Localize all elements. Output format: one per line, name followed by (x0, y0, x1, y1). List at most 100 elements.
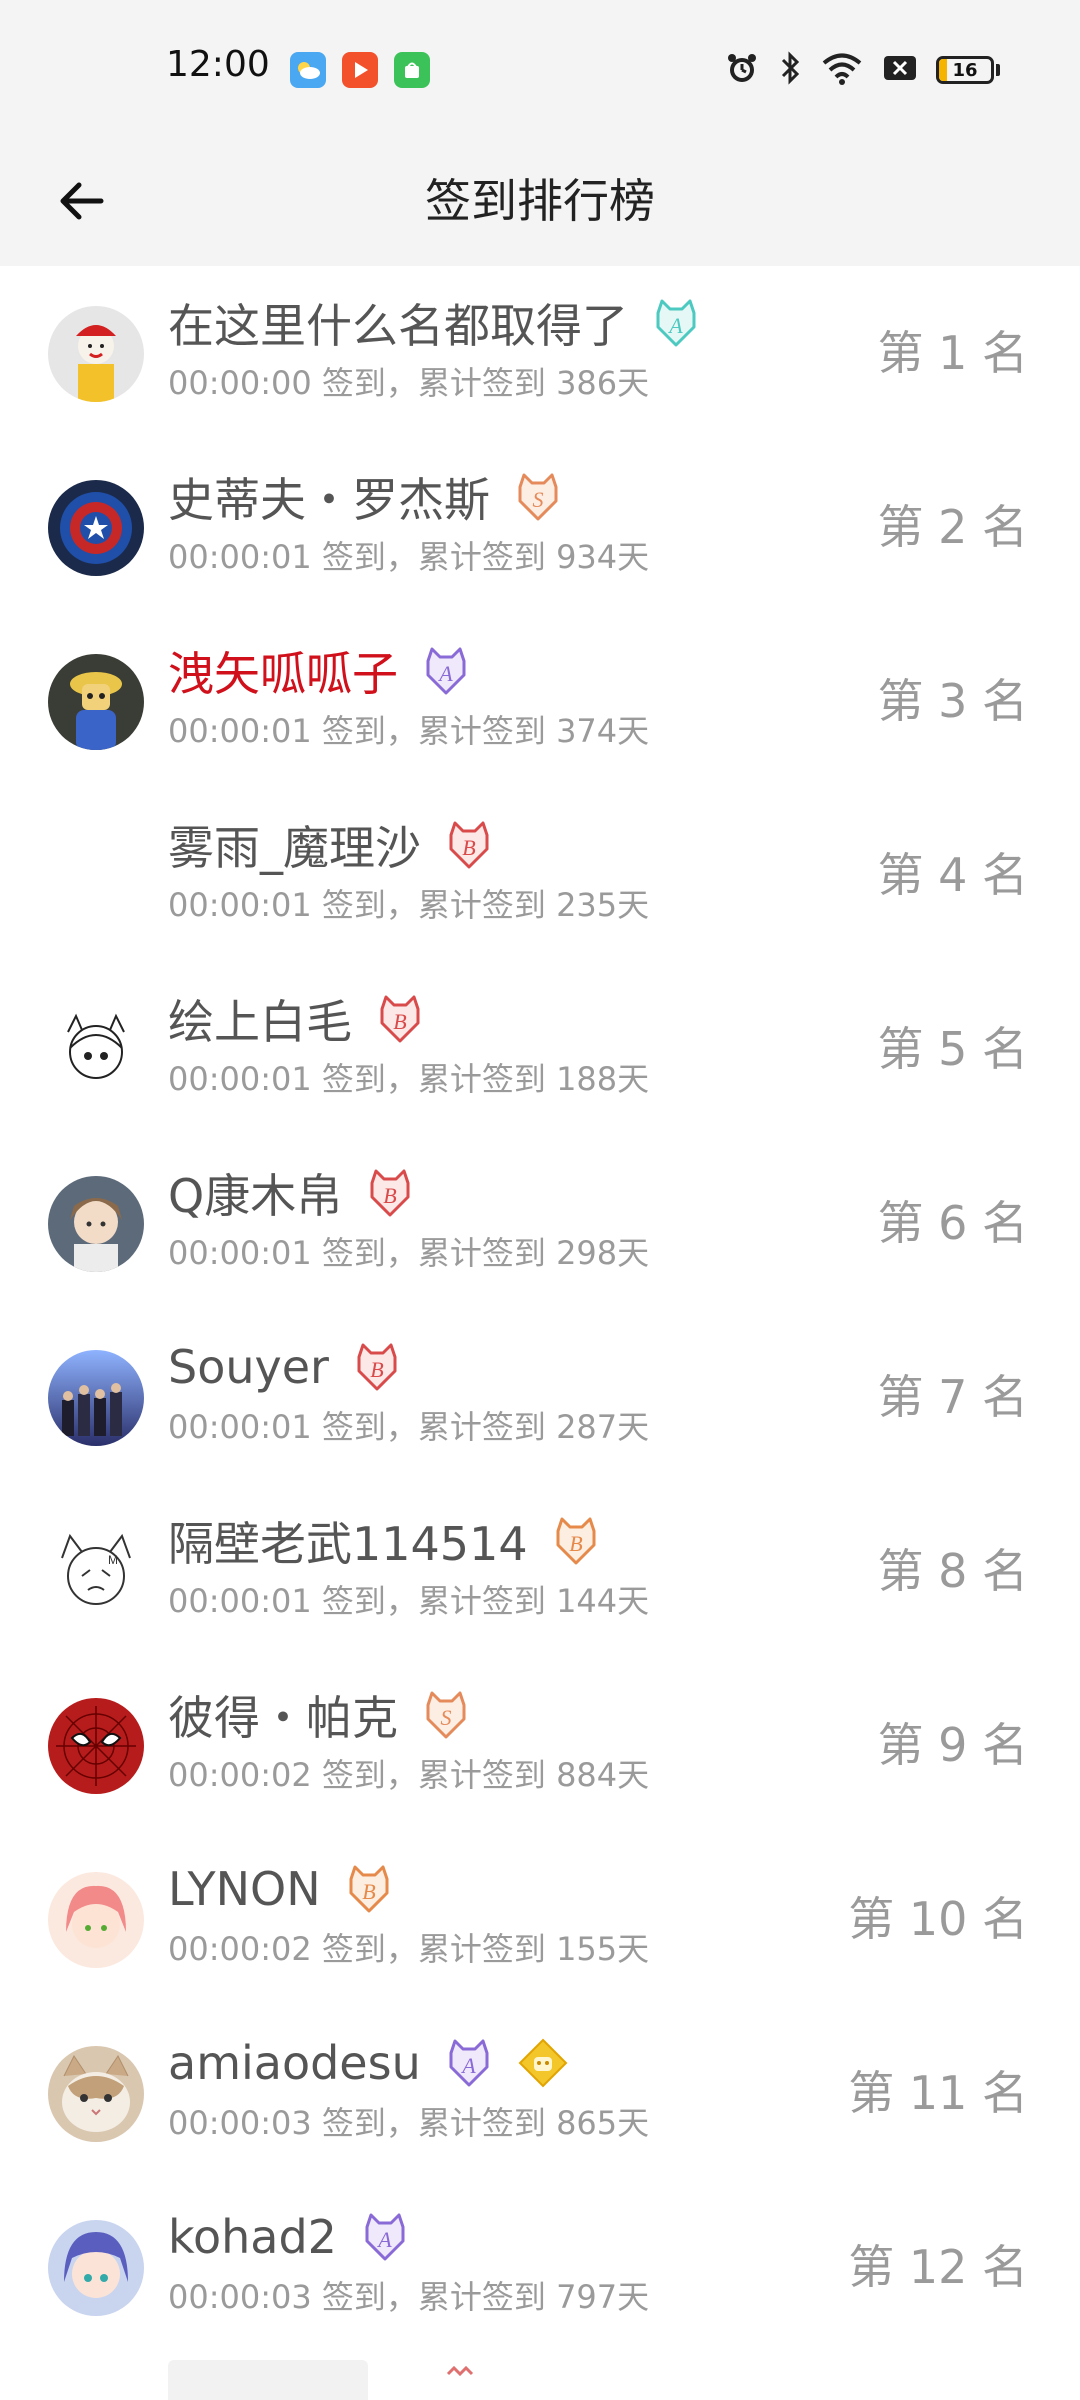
name-line: 绘上白毛 B (168, 988, 426, 1050)
checkin-info: 00:00:01 签到，累计签到 287天 (168, 1408, 650, 1446)
status-indicators: 16 (724, 48, 1000, 92)
rank-label: 第 11 名 (848, 2066, 1028, 2120)
svg-text:A: A (460, 2053, 476, 2078)
list-item[interactable]: LYNON B 00:00:02 签到，累计签到 155天 第 10 名 (0, 1832, 1080, 2006)
hat-figure-avatar[interactable] (48, 654, 144, 750)
list-item[interactable]: M 隔壁老武114514 B 00:00:01 签到，累计签到 144天 第 8 名 (0, 1484, 1080, 1658)
svg-text:S: S (533, 487, 544, 512)
partial-list-item[interactable] (0, 2354, 1080, 2400)
manga-face-avatar[interactable]: M (48, 1524, 144, 1620)
sketch-girl-avatar[interactable] (48, 1002, 144, 1098)
list-item[interactable]: amiaodesu A 00:00:03 签到，累计签到 865天 第 11 名 (0, 2006, 1080, 2180)
checkin-info: 00:00:03 签到，累计签到 797天 (168, 2278, 650, 2316)
user-name[interactable]: 绘上白毛 (168, 986, 352, 1052)
svg-text:B: B (370, 1357, 383, 1382)
checkin-info: 00:00:01 签到，累计签到 374天 (168, 712, 650, 750)
rank-label: 第 9 名 (877, 1718, 1028, 1772)
user-name[interactable]: 彼得・帕克 (168, 1682, 398, 1748)
cat-badge-s-orange-icon: S (420, 1689, 472, 1741)
partial-badge-icon (440, 2364, 480, 2400)
cat-badge-b-red-icon: B (351, 1341, 403, 1393)
blank-avatar[interactable] (48, 828, 144, 924)
gold-diamond-badge-icon (517, 2037, 569, 2089)
cat-avatar[interactable] (48, 2046, 144, 2142)
user-name[interactable]: amiaodesu (168, 2036, 421, 2090)
list-item[interactable]: 雾雨_魔理沙 B 00:00:01 签到，累计签到 235天 第 4 名 (0, 788, 1080, 962)
checkin-info: 00:00:01 签到，累计签到 188天 (168, 1060, 650, 1098)
checkin-info: 00:00:02 签到，累计签到 155天 (168, 1930, 650, 1968)
rank-label: 第 12 名 (848, 2240, 1028, 2294)
group-scene-avatar[interactable] (48, 1350, 144, 1446)
name-line: Souyer B (168, 1336, 403, 1398)
list-item[interactable]: 彼得・帕克 S 00:00:02 签到，累计签到 884天 第 9 名 (0, 1658, 1080, 1832)
list-item[interactable]: Souyer B 00:00:01 签到，累计签到 287天 第 7 名 (0, 1310, 1080, 1484)
shop-app-icon (394, 52, 430, 88)
checkin-info: 00:00:03 签到，累计签到 865天 (168, 2104, 650, 2142)
checkin-info: 00:00:01 签到，累计签到 934天 (168, 538, 650, 576)
status-time: 12:00 (166, 44, 270, 85)
checkin-info: 00:00:01 签到，累计签到 235天 (168, 886, 650, 924)
rank-label: 第 5 名 (877, 1022, 1028, 1076)
user-name[interactable]: kohad2 (168, 2210, 337, 2264)
svg-text:B: B (393, 1009, 406, 1034)
svg-text:B: B (569, 1531, 582, 1556)
name-line: 雾雨_魔理沙 B (168, 814, 495, 876)
name-line: kohad2 A (168, 2206, 411, 2268)
video-app-icon (342, 52, 378, 88)
alarm-icon (724, 50, 760, 90)
svg-text:B: B (462, 835, 475, 860)
name-line: 彼得・帕克 S (168, 1684, 472, 1746)
spider-mask-avatar[interactable] (48, 1698, 144, 1794)
cat-badge-a-teal-icon: A (650, 297, 702, 349)
partial-name-placeholder (168, 2360, 368, 2400)
nav-header: 签到排行榜 (0, 136, 1080, 266)
checkin-info: 00:00:01 签到，累计签到 144天 (168, 1582, 650, 1620)
shield-avatar[interactable] (48, 480, 144, 576)
name-line: 洩矢呱呱子 A (168, 640, 472, 702)
user-name[interactable]: 洩矢呱呱子 (168, 638, 398, 704)
name-line: 在这里什么名都取得了 A (168, 292, 702, 354)
checkin-info: 00:00:00 签到，累计签到 386天 (168, 364, 650, 402)
blue-hair-avatar[interactable] (48, 2220, 144, 2316)
list-item[interactable]: kohad2 A 00:00:03 签到，累计签到 797天 第 12 名 (0, 2180, 1080, 2354)
bluetooth-icon (778, 50, 802, 90)
list-item[interactable]: 洩矢呱呱子 A 00:00:01 签到，累计签到 374天 第 3 名 (0, 614, 1080, 788)
mascot-avatar[interactable] (48, 306, 144, 402)
checkin-info: 00:00:01 签到，累计签到 298天 (168, 1234, 650, 1272)
user-name[interactable]: LYNON (168, 1862, 321, 1916)
pink-hair-avatar[interactable] (48, 1872, 144, 1968)
cat-badge-a-purple-icon: A (443, 2037, 495, 2089)
user-name[interactable]: 史蒂夫・罗杰斯 (168, 464, 490, 530)
weather-app-icon (290, 52, 326, 88)
rank-label: 第 10 名 (848, 1892, 1028, 1946)
user-name[interactable]: 在这里什么名都取得了 (168, 290, 628, 356)
name-line: 史蒂夫・罗杰斯 S (168, 466, 564, 528)
rank-label: 第 7 名 (877, 1370, 1028, 1424)
name-line: 隔壁老武114514 B (168, 1510, 602, 1572)
svg-text:A: A (376, 2227, 392, 2252)
battery-level: 16 (952, 59, 978, 81)
user-name[interactable]: Souyer (168, 1340, 329, 1394)
cat-badge-b-red-icon: B (364, 1167, 416, 1219)
user-name[interactable]: 隔壁老武114514 (168, 1508, 528, 1574)
status-bar: 12:00 16 (0, 0, 1080, 136)
cat-badge-b-orange-icon: B (550, 1515, 602, 1567)
cat-badge-b-red-icon: B (443, 819, 495, 871)
user-name[interactable]: Q康木帛 (168, 1160, 342, 1226)
list-item[interactable]: 绘上白毛 B 00:00:01 签到，累计签到 188天 第 5 名 (0, 962, 1080, 1136)
rank-label: 第 8 名 (877, 1544, 1028, 1598)
rank-label: 第 4 名 (877, 848, 1028, 902)
wifi-icon (820, 50, 864, 90)
name-line: LYNON B (168, 1858, 395, 1920)
ranking-list[interactable]: 在这里什么名都取得了 A 00:00:00 签到，累计签到 386天 第 1 名史蒂夫… (0, 266, 1080, 2354)
brown-hair-avatar[interactable] (48, 1176, 144, 1272)
list-item[interactable]: 史蒂夫・罗杰斯 S 00:00:01 签到，累计签到 934天 第 2 名 (0, 440, 1080, 614)
list-item[interactable]: 在这里什么名都取得了 A 00:00:00 签到，累计签到 386天 第 1 名 (0, 266, 1080, 440)
svg-text:A: A (437, 661, 453, 686)
list-item[interactable]: Q康木帛 B 00:00:01 签到，累计签到 298天 第 6 名 (0, 1136, 1080, 1310)
cat-badge-a-purple-icon: A (359, 2211, 411, 2263)
user-name[interactable]: 雾雨_魔理沙 (168, 812, 421, 878)
rank-label: 第 2 名 (877, 500, 1028, 554)
rank-label: 第 6 名 (877, 1196, 1028, 1250)
cat-badge-a-purple-icon: A (420, 645, 472, 697)
